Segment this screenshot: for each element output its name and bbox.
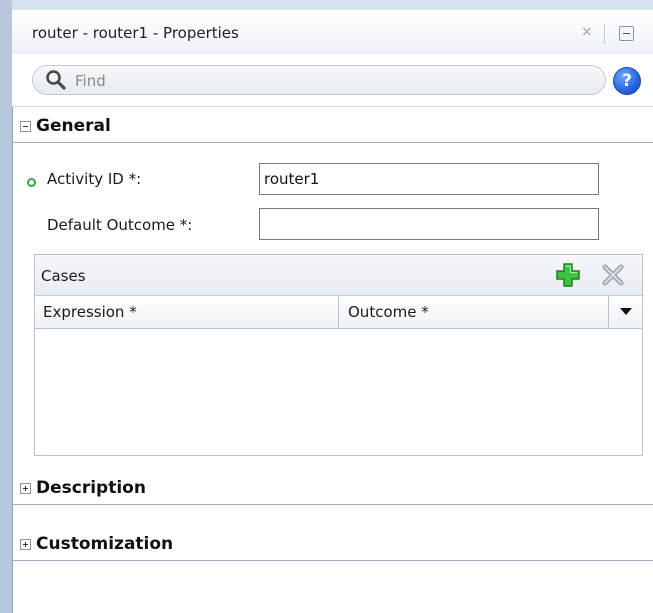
expand-icon[interactable]	[20, 539, 31, 550]
cases-table-header: Expression * Outcome *	[35, 296, 642, 329]
column-divider[interactable]	[338, 296, 339, 328]
column-divider[interactable]	[608, 296, 609, 328]
collapse-icon[interactable]	[20, 121, 31, 132]
window-title: router - router1 - Properties	[32, 24, 239, 42]
delete-case-icon[interactable]	[601, 263, 625, 291]
activity-id-field[interactable]	[259, 163, 599, 195]
add-case-icon[interactable]	[556, 263, 580, 291]
default-outcome-label: Default Outcome *:	[47, 216, 193, 234]
column-menu-icon[interactable]	[620, 308, 632, 315]
help-icon[interactable]: ?	[613, 67, 641, 95]
expand-icon[interactable]	[20, 483, 31, 494]
cases-toolbar: Cases	[35, 255, 642, 296]
search-row: ?	[12, 54, 653, 107]
section-description-title: Description	[36, 478, 146, 498]
titlebar-divider	[604, 24, 605, 44]
cases-panel: Cases Expression * Outcome *	[34, 254, 643, 456]
default-outcome-field[interactable]	[259, 208, 599, 240]
window-top-strip	[12, 0, 653, 10]
section-general-title: General	[36, 116, 111, 136]
required-indicator-icon	[27, 178, 36, 187]
activity-id-label: Activity ID *:	[47, 170, 142, 188]
column-outcome[interactable]: Outcome *	[348, 296, 429, 328]
properties-titlebar: router - router1 - Properties ×	[12, 10, 653, 55]
section-general-header[interactable]: General	[12, 112, 653, 143]
search-input[interactable]	[73, 69, 577, 93]
search-icon	[45, 69, 67, 95]
section-customization-title: Customization	[36, 534, 174, 554]
close-icon[interactable]: ×	[581, 24, 593, 40]
minimize-button[interactable]	[619, 26, 634, 41]
section-customization-header[interactable]: Customization	[12, 530, 653, 561]
column-expression[interactable]: Expression *	[43, 296, 137, 328]
search-box[interactable]	[32, 65, 606, 95]
cases-title: Cases	[41, 267, 86, 285]
section-description-header[interactable]: Description	[12, 474, 653, 505]
cases-table-body[interactable]	[35, 329, 642, 455]
